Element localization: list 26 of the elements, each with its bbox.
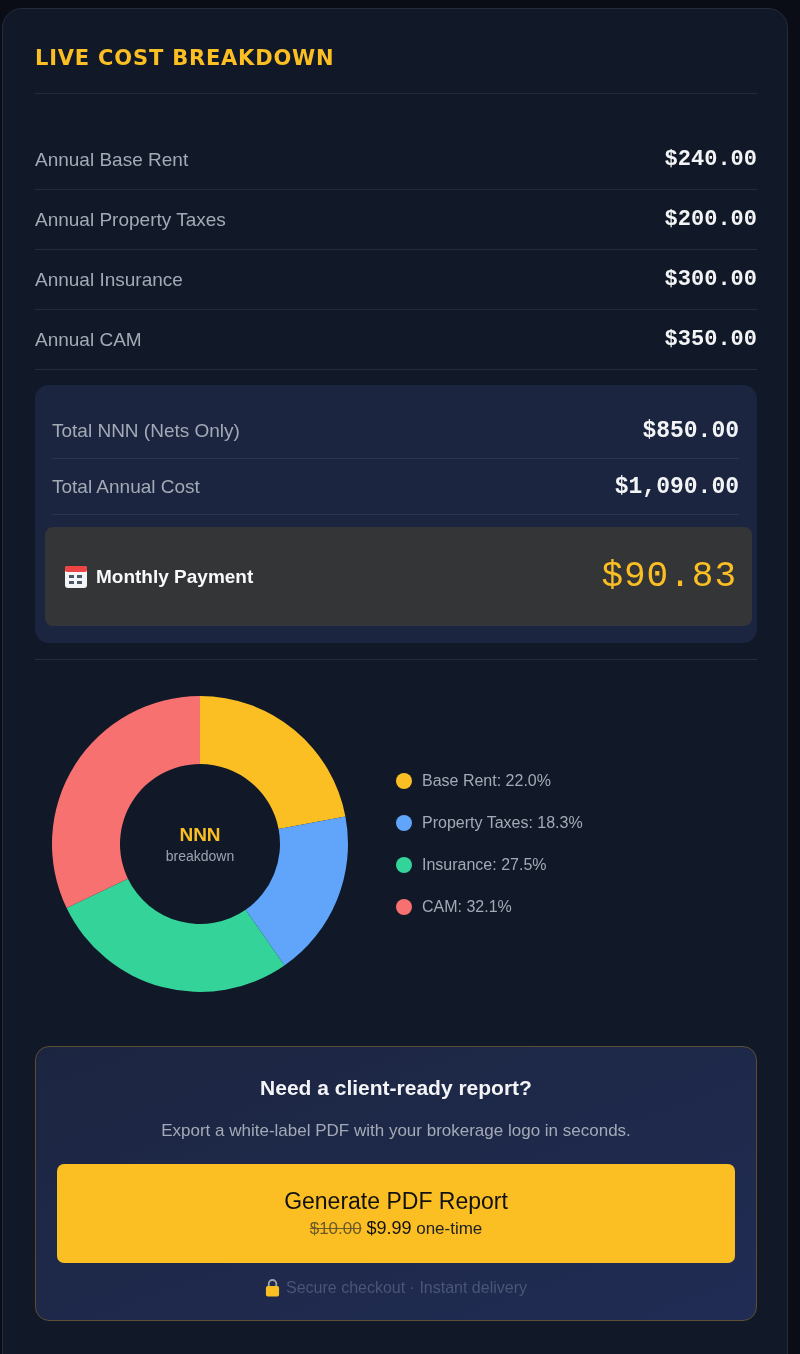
generate-report-button[interactable]: Generate PDF Report $10.00 $9.99 one-time (57, 1164, 735, 1263)
cost-value: $350.00 (664, 327, 757, 352)
total-value: $1,090.00 (614, 473, 739, 500)
total-value: $850.00 (642, 417, 739, 444)
total-label: Total NNN (Nets Only) (52, 419, 240, 442)
promo-description: Export a white-label PDF with your brokerage logo in seconds. (161, 1120, 631, 1142)
chart-center-title: NNN (179, 823, 221, 847)
cost-value: $200.00 (664, 207, 757, 232)
cost-value: $240.00 (664, 147, 757, 172)
section-title: LIVE COST BREAKDOWN (35, 45, 336, 72)
chart-center-subtitle: breakdown (165, 847, 235, 865)
cost-label: Annual Property Taxes (35, 208, 226, 231)
total-label: Total Annual Cost (52, 475, 200, 498)
cost-label: Annual Insurance (35, 268, 183, 291)
legend-label: CAM: 32.1% (422, 898, 512, 916)
cost-label: Annual Base Rent (35, 148, 189, 171)
monthly-payment-label: Monthly Payment (96, 565, 254, 588)
legend-label: Insurance: 27.5% (422, 856, 547, 874)
legend-label: Base Rent: 22.0% (422, 772, 551, 790)
lock-icon (265, 1278, 280, 1297)
calendar-icon (65, 565, 87, 588)
legend-label: Property Taxes: 18.3% (422, 814, 583, 832)
cost-label: Annual CAM (35, 328, 142, 351)
monthly-payment-value: $90.83 (601, 556, 737, 597)
cost-value: $300.00 (664, 267, 757, 292)
promo-heading: Need a client-ready report? (260, 1075, 532, 1101)
